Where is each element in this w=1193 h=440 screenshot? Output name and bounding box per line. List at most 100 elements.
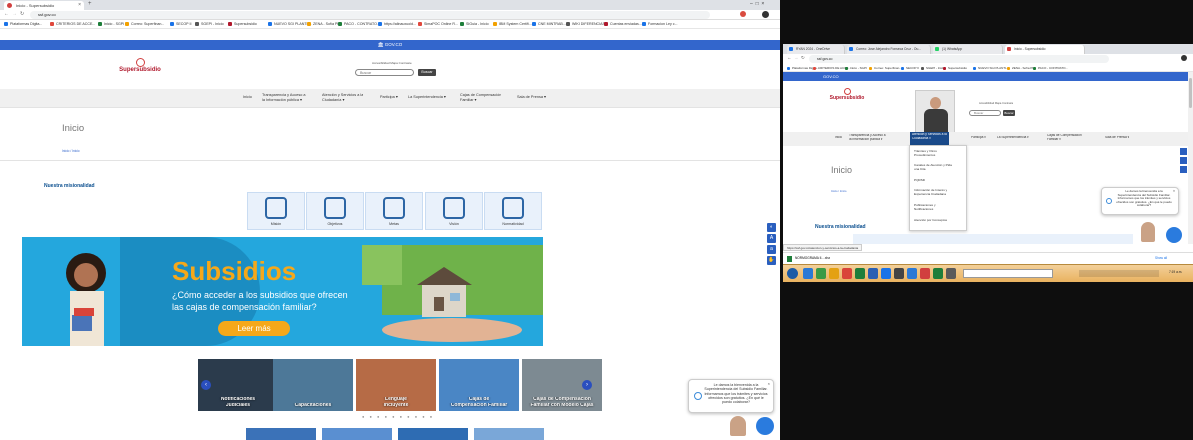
- gov-bar[interactable]: 🏛 GOV.CO: [0, 40, 780, 50]
- taskbar-search-box[interactable]: [963, 269, 1053, 278]
- accessibility-links[interactable]: Accesibilidad Mapa Contraste: [372, 61, 412, 65]
- dropdown-item[interactable]: PQRSD: [914, 179, 925, 183]
- bookmark-item[interactable]: SGEPI - Inicio: [195, 20, 224, 29]
- bookmark-item[interactable]: PACO - CONTRATO...: [338, 20, 380, 29]
- bookmark-item[interactable]: Plataformas Digita...: [4, 20, 42, 29]
- new-tab-button[interactable]: +: [88, 1, 92, 7]
- carousel-slide[interactable]: Lenguaje Incluyente: [356, 359, 436, 411]
- dropdown-item[interactable]: Información de Interés y Experiencia Ciud…: [914, 189, 947, 196]
- browser-tab[interactable]: Correo: Jose Alejandro Fonseca Cruz - Ou…: [847, 45, 931, 54]
- taskbar-app-icon[interactable]: [803, 268, 813, 279]
- carousel-dots[interactable]: ● ● ● ● ● ● ● ● ● ●: [362, 414, 434, 419]
- window-controls[interactable]: – □ ×: [750, 1, 764, 7]
- mission-card[interactable]: Misión: [247, 192, 305, 230]
- nav-item[interactable]: Transparencia y Acceso a la Información p…: [262, 93, 306, 102]
- extension-icon[interactable]: [740, 11, 746, 17]
- taskbar-app-icon[interactable]: [881, 268, 891, 279]
- nav-item[interactable]: Participa ▾: [380, 95, 398, 100]
- bookmark-item[interactable]: ZENA - Sofía Plus: [307, 20, 342, 29]
- breadcrumb[interactable]: Inicio / Inicio: [62, 149, 80, 153]
- mission-card[interactable]: Metas: [365, 192, 423, 230]
- back-icon[interactable]: ←: [4, 11, 9, 17]
- start-button[interactable]: [787, 268, 798, 279]
- minimize-button[interactable]: –: [750, 1, 753, 7]
- maximize-button[interactable]: □: [756, 1, 759, 7]
- show-all-downloads[interactable]: Show all: [1155, 256, 1167, 260]
- bookmark-item[interactable]: Supersubsidio: [943, 64, 967, 72]
- taskbar-app-icon[interactable]: [933, 268, 943, 279]
- bookmark-item[interactable]: WIKI DIFERENCIAS...: [566, 20, 608, 29]
- accessibility-links[interactable]: Accesibilidad Mapa Contraste: [979, 102, 1013, 105]
- bookmark-item[interactable]: Correo: Superfinan...: [125, 20, 164, 29]
- bookmark-item[interactable]: https://alinauxuoid...: [378, 20, 416, 29]
- text-size-decrease-icon[interactable]: a: [767, 245, 776, 254]
- bookmark-item[interactable]: Correo: Superfinan...: [869, 64, 902, 72]
- nav-item[interactable]: Transparencia y Acceso a la Información p…: [849, 134, 886, 142]
- bookmark-item[interactable]: SIGuia - Inicio: [460, 20, 489, 29]
- chat-open-button[interactable]: [1166, 227, 1182, 243]
- bookmark-item[interactable]: SGEPI - Inicio: [921, 64, 945, 72]
- close-window-button[interactable]: ×: [761, 1, 764, 7]
- bookmark-item[interactable]: ZENA - Sofía Plus: [1007, 64, 1036, 72]
- contrast-icon[interactable]: ◐: [767, 223, 776, 232]
- reload-icon[interactable]: ↻: [20, 11, 24, 17]
- dropdown-item[interactable]: Canales de Atención y Pida una Cita: [914, 164, 952, 171]
- profile-avatar[interactable]: [1181, 55, 1187, 61]
- carousel-prev-button[interactable]: ‹: [201, 380, 211, 390]
- browser-tab[interactable]: (1) WhatsApp: [933, 45, 1003, 54]
- mission-cards-partial[interactable]: [853, 234, 1133, 244]
- nav-item[interactable]: Participa ▾: [971, 136, 986, 140]
- bookmark-item[interactable]: CRITERIOS DE ACCE...: [50, 20, 95, 29]
- forward-icon[interactable]: →: [794, 55, 799, 60]
- taskbar-app-icon[interactable]: [868, 268, 878, 279]
- url-bar[interactable]: ssf.gov.co: [809, 55, 1109, 63]
- nav-item[interactable]: La Superintendencia ▾: [997, 136, 1029, 140]
- taskbar-app-icon[interactable]: [894, 268, 904, 279]
- assistant-avatar[interactable]: [1141, 222, 1155, 242]
- bookmark-item[interactable]: NUEVO SGI PLANTL...: [973, 64, 1009, 72]
- nav-item[interactable]: Inicio: [243, 95, 252, 100]
- browser-tab[interactable]: Inicio - Supersubsidio: [1005, 45, 1085, 54]
- bottom-card-1[interactable]: [246, 428, 316, 440]
- nav-item[interactable]: La Superintendencia ▾: [408, 95, 446, 100]
- taskbar-clock[interactable]: 7:19 a.m.: [1169, 270, 1182, 274]
- dropdown-item[interactable]: Trámites y Otros Procedimientos: [914, 150, 937, 157]
- scrollbar-thumb[interactable]: [1189, 78, 1192, 108]
- download-filename[interactable]: NORMOGRAMA II....xlsx: [795, 256, 830, 260]
- forward-icon[interactable]: →: [12, 11, 17, 17]
- close-tab-icon[interactable]: ×: [78, 1, 81, 10]
- bottom-card-2[interactable]: [322, 428, 392, 440]
- chat-welcome-bubble[interactable]: Le damos la bienvenida a la Superintende…: [688, 379, 774, 413]
- bookmark-item[interactable]: PACO - CONTRATO...: [1033, 64, 1068, 72]
- search-button[interactable]: Buscar: [418, 69, 436, 76]
- bookmark-item[interactable]: SimaPOC Online R...: [418, 20, 458, 29]
- contrast-icon[interactable]: [1180, 148, 1187, 155]
- bookmark-item[interactable]: NUEVO SGI PLANTL...: [268, 20, 312, 29]
- carousel-next-button[interactable]: ›: [582, 380, 592, 390]
- nav-item[interactable]: Atención y Servicios a la Ciudadanía ▾: [322, 93, 363, 102]
- bottom-card-3[interactable]: [398, 428, 468, 440]
- url-bar[interactable]: ssf.gov.co: [30, 11, 710, 19]
- gov-bar[interactable]: GOV.CO: [783, 72, 1188, 81]
- nav-item[interactable]: Sala de Prensa ▾: [1105, 136, 1129, 140]
- nav-item[interactable]: Inicio: [835, 136, 842, 140]
- dropdown-item[interactable]: Atención por Conceptos: [914, 219, 947, 223]
- mission-card[interactable]: Visión: [425, 192, 483, 230]
- bookmark-item[interactable]: Supersubsidio: [228, 20, 257, 29]
- profile-avatar[interactable]: [762, 11, 769, 18]
- chat-close-button[interactable]: ×: [768, 381, 770, 386]
- text-size-increase-icon[interactable]: A: [767, 234, 776, 243]
- taskbar-app-icon[interactable]: [920, 268, 930, 279]
- chat-welcome-bubble[interactable]: Le damos la bienvenida a la Superintende…: [1101, 187, 1179, 215]
- mission-card[interactable]: Normatividad: [484, 192, 542, 230]
- taskbar-app-icon[interactable]: [946, 268, 956, 279]
- site-logo[interactable]: Supersubsidio: [827, 88, 867, 101]
- breadcrumb[interactable]: Inicio / Inicio: [831, 189, 846, 193]
- bookmark-item[interactable]: CNE MINTRAB...: [532, 20, 566, 29]
- assistant-avatar[interactable]: [730, 416, 746, 436]
- reload-icon[interactable]: ↻: [801, 55, 805, 61]
- bookmark-item[interactable]: Formacion Ley c...: [642, 20, 678, 29]
- carousel-slide[interactable]: Cajas de Compensación Familiar: [439, 359, 519, 411]
- mission-card[interactable]: Objetivos: [306, 192, 364, 230]
- bookmark-item[interactable]: Inicio - SGPI: [845, 64, 867, 72]
